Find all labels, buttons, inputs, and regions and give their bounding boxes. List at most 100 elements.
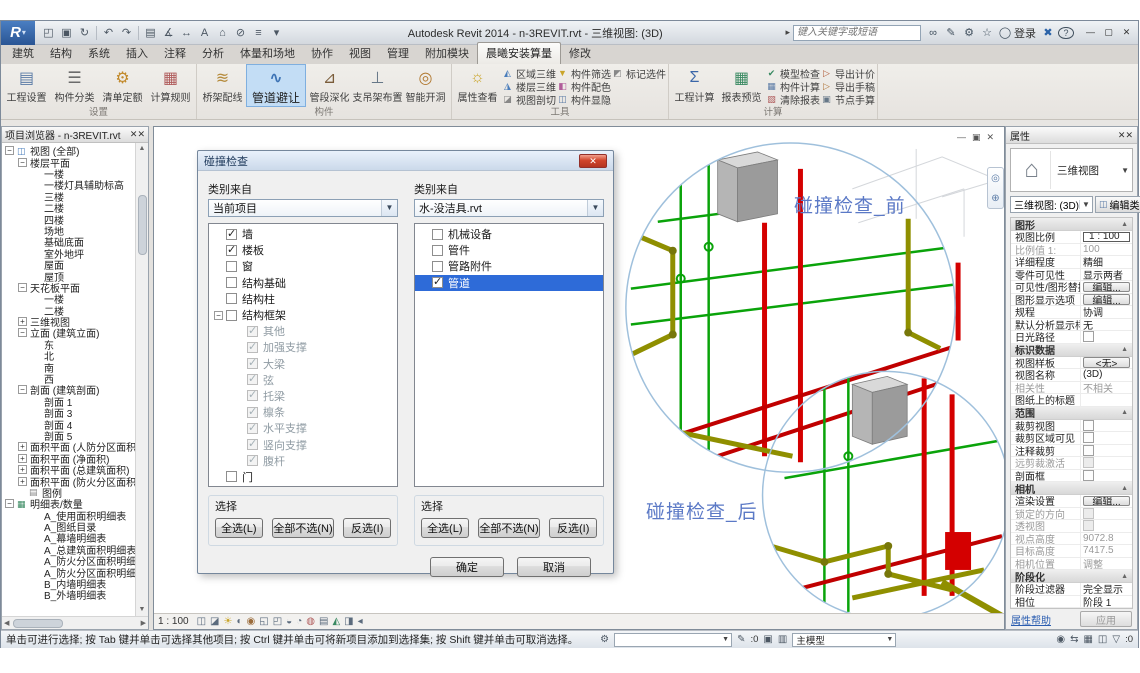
- temp-hide-icon[interactable]: [296, 615, 302, 629]
- save-icon[interactable]: [58, 24, 75, 42]
- home-3d-icon[interactable]: [214, 24, 231, 42]
- select-all-button[interactable]: 全选(L): [215, 518, 263, 538]
- ribbon-tab[interactable]: 插入: [118, 43, 156, 64]
- user-icon[interactable]: [997, 25, 1013, 41]
- property-value[interactable]: 编辑...: [1083, 282, 1130, 293]
- ribbon-tab[interactable]: 附加模块: [417, 43, 477, 64]
- redo-icon[interactable]: [118, 24, 135, 42]
- select-none-button[interactable]: 全部不选(N): [478, 518, 541, 538]
- ribbon-button[interactable]: 管段深化: [306, 65, 353, 104]
- select-none-button[interactable]: 全部不选(N): [272, 518, 335, 538]
- collapse-icon[interactable]: ▲: [1121, 409, 1128, 416]
- select-underlay-icon[interactable]: ▦: [1083, 634, 1092, 645]
- tree-item[interactable]: 一楼灯具辅助标高: [2, 179, 135, 190]
- dimension-icon[interactable]: [178, 24, 195, 42]
- search-input[interactable]: [793, 25, 921, 41]
- scroll-left-icon[interactable]: ◀: [4, 619, 9, 627]
- dialog-close-icon[interactable]: ✕: [579, 154, 607, 168]
- ribbon-tab[interactable]: 协作: [303, 43, 341, 64]
- right-source-dropdown[interactable]: 水-没洁具.rvt ▼: [414, 199, 604, 217]
- view-restore-icon[interactable]: ▣: [972, 132, 981, 143]
- ribbon-button[interactable]: 属性查看: [454, 65, 501, 104]
- pencil-icon[interactable]: [943, 25, 959, 41]
- minimize-icon[interactable]: [1082, 25, 1099, 40]
- ribbon-item[interactable]: 导出手稿: [821, 80, 875, 92]
- show-crop-icon[interactable]: [273, 615, 282, 629]
- property-value[interactable]: [1081, 432, 1132, 443]
- scrollbar-thumb[interactable]: [13, 619, 63, 628]
- ribbon-button[interactable]: 计算规则: [147, 65, 194, 104]
- exchange-icon[interactable]: [1040, 25, 1056, 41]
- expander-icon[interactable]: −: [18, 283, 27, 292]
- checkbox[interactable]: [226, 310, 237, 321]
- tree-item[interactable]: 二楼: [2, 202, 135, 213]
- scrollbar-thumb[interactable]: [138, 195, 147, 255]
- ribbon-button[interactable]: 管道避让: [247, 65, 305, 106]
- scroll-right-icon[interactable]: ▶: [141, 619, 146, 627]
- category-row[interactable]: 水平支撑: [209, 420, 397, 436]
- category-row[interactable]: 墙: [209, 226, 397, 242]
- chevron-down-icon[interactable]: ▼: [1079, 200, 1092, 209]
- undo-icon[interactable]: [100, 24, 117, 42]
- horizontal-scrollbar[interactable]: ◀ ▶: [2, 616, 148, 629]
- expander-icon[interactable]: −: [18, 328, 27, 337]
- category-row[interactable]: 窗: [209, 258, 397, 274]
- open-icon[interactable]: [40, 24, 57, 42]
- property-row[interactable]: 透视图: [1011, 520, 1132, 533]
- close-icon[interactable]: ✕: [1118, 130, 1133, 141]
- ribbon-item[interactable]: 标记选件: [612, 67, 666, 79]
- invert-selection-button[interactable]: 反选(I): [343, 518, 391, 538]
- dialog-title-bar[interactable]: 碰撞检查 ✕: [198, 151, 613, 171]
- expander-icon[interactable]: +: [18, 317, 27, 326]
- view-minimize-icon[interactable]: —: [957, 132, 966, 143]
- category-row[interactable]: 大梁: [209, 356, 397, 372]
- property-value[interactable]: [1081, 445, 1132, 456]
- ribbon-button[interactable]: 清单定额: [99, 65, 146, 104]
- rendering-icon[interactable]: [247, 615, 256, 629]
- group-header[interactable]: 标识数据▲: [1011, 344, 1132, 357]
- tree-item[interactable]: −立面 (建筑立面): [2, 327, 135, 338]
- property-value[interactable]: <无>: [1083, 357, 1130, 368]
- ribbon-tab[interactable]: 建筑: [4, 43, 42, 64]
- category-row[interactable]: 其他: [209, 323, 397, 339]
- expander-icon[interactable]: −: [5, 499, 14, 508]
- favorites-icon[interactable]: [979, 25, 995, 41]
- checkbox[interactable]: [247, 455, 258, 466]
- expander-icon[interactable]: +: [18, 442, 27, 451]
- visual-style-icon[interactable]: [210, 615, 219, 629]
- displace-icon[interactable]: [344, 615, 353, 629]
- category-row[interactable]: −结构框架: [209, 307, 397, 323]
- expander-icon[interactable]: −: [18, 385, 27, 394]
- ribbon-button[interactable]: 工程计算: [671, 65, 718, 104]
- ribbon-button[interactable]: 支吊架布置: [354, 65, 401, 104]
- sync-icon[interactable]: [76, 24, 93, 42]
- tree-item[interactable]: 北: [2, 350, 135, 361]
- category-row[interactable]: 腹杆: [209, 453, 397, 469]
- category-row[interactable]: 加强支撑: [209, 339, 397, 355]
- drawing-area[interactable]: 碰撞检查_前 碰撞检查_后 — ▣ ✕ ◎ ⊕ 碰撞检查 ✕: [153, 126, 1005, 630]
- chevron-down-icon[interactable]: ▼: [587, 200, 603, 216]
- detail-level-icon[interactable]: [197, 615, 206, 629]
- ribbon-button[interactable]: 构件分类: [51, 65, 98, 104]
- property-row[interactable]: 裁剪区域可见: [1011, 432, 1132, 445]
- checkbox[interactable]: [226, 229, 237, 240]
- property-value[interactable]: [1081, 508, 1132, 519]
- checkbox[interactable]: [247, 342, 258, 353]
- maximize-icon[interactable]: [1100, 25, 1117, 40]
- property-value[interactable]: [1081, 457, 1132, 468]
- property-row[interactable]: 远剪裁激活: [1011, 457, 1132, 470]
- type-selector[interactable]: ⌂ 三维视图 ▼: [1010, 148, 1133, 192]
- close-icon[interactable]: ✕: [130, 129, 145, 140]
- expander-icon[interactable]: +: [18, 465, 27, 474]
- temp-view-icon[interactable]: [319, 615, 328, 629]
- category-row[interactable]: 机械设备: [415, 226, 603, 242]
- checkbox[interactable]: [226, 277, 237, 288]
- checkbox[interactable]: [432, 229, 443, 240]
- ribbon-item[interactable]: 构件配色: [557, 80, 611, 92]
- property-row[interactable]: 注释裁剪: [1011, 445, 1132, 458]
- ribbon-item[interactable]: 构件计算: [766, 80, 820, 92]
- qat-caret-icon[interactable]: [268, 24, 285, 42]
- property-value[interactable]: 无: [1081, 317, 1132, 332]
- checkbox[interactable]: [247, 407, 258, 418]
- ribbon-tab[interactable]: 晨曦安装算量: [477, 42, 561, 64]
